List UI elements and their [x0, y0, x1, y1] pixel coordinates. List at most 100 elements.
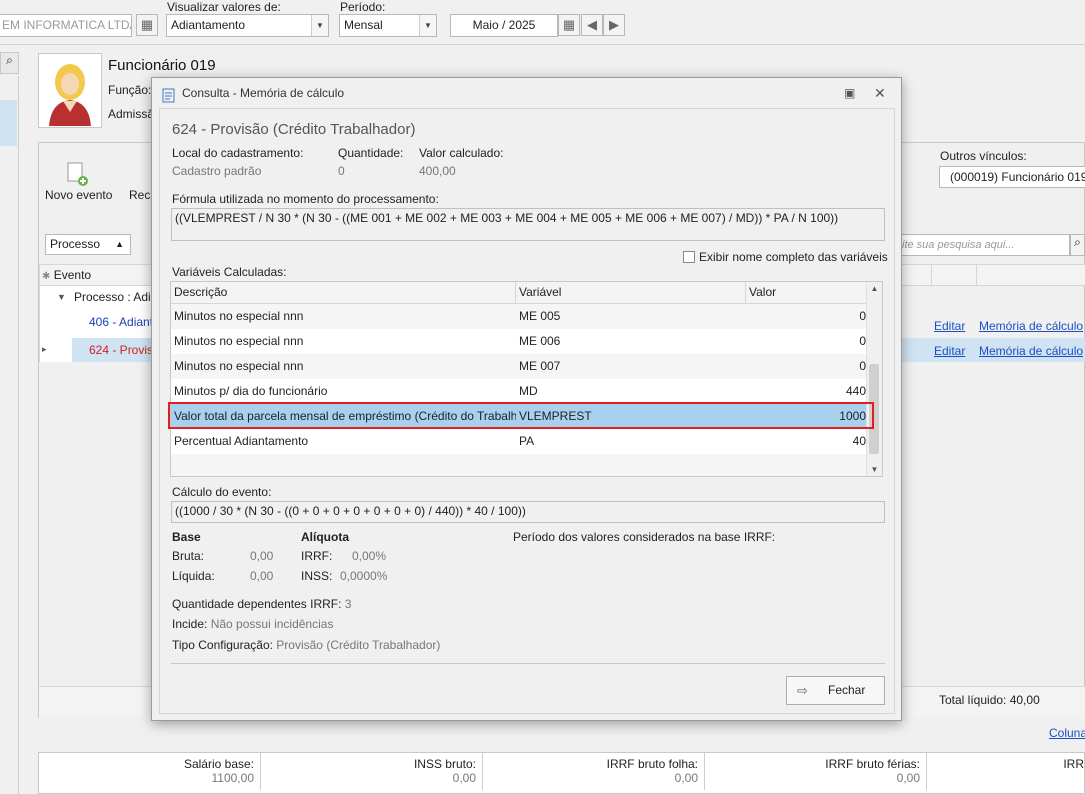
- grid-row-624[interactable]: 624 - Provis: [89, 343, 153, 357]
- fechar-label: Fechar: [828, 683, 866, 697]
- incide-label: Incide:: [172, 617, 208, 631]
- search-input[interactable]: ite sua pesquisa aqui...: [902, 234, 1070, 256]
- summary-cell: IRR: [927, 753, 1084, 790]
- formula-label: Fórmula utilizada no momento do processa…: [172, 192, 439, 206]
- memoria-calculo-dialog: Consulta - Memória de cálculo ▣ ✕ 624 - …: [151, 77, 902, 721]
- col-divider: [931, 265, 932, 285]
- scroll-down-icon[interactable]: ▼: [867, 465, 882, 474]
- table-row[interactable]: Minutos no especial nnn ME 005 0: [171, 304, 868, 329]
- summary-label: IRRF bruto férias:: [825, 757, 920, 771]
- calendar-icon[interactable]: ▦: [558, 14, 580, 36]
- dependentes-row: Quantidade dependentes IRRF: 3: [172, 597, 351, 611]
- cell-variavel: ME 006: [519, 334, 561, 348]
- table-header: Descrição Variável Valor: [171, 282, 868, 304]
- quantidade-label: Quantidade:: [338, 146, 404, 160]
- company-field[interactable]: EM INFORMATICA LTDA: [0, 14, 132, 37]
- header-variavel: Variável: [519, 285, 562, 299]
- table-row[interactable]: Minutos no especial nnn ME 006 0: [171, 329, 868, 354]
- sidebar-divider: [18, 76, 19, 794]
- fechar-button[interactable]: ⇨ Fechar: [786, 676, 885, 705]
- cell-variavel: ME 007: [519, 359, 561, 373]
- outros-vinculos-select[interactable]: (000019) Funcionário 019: [939, 166, 1085, 188]
- summary-cell: INSS bruto: 0,00: [261, 753, 483, 790]
- document-icon: [162, 85, 176, 103]
- grid-header: ✱ Evento: [39, 264, 154, 286]
- chevron-down-icon: ▼: [419, 15, 436, 36]
- grid-row-406[interactable]: 406 - Adiant: [89, 315, 153, 329]
- expand-icon[interactable]: ▼: [57, 292, 66, 302]
- irrf-label: IRRF:: [301, 549, 333, 563]
- visualizar-value: Adiantamento: [171, 18, 246, 32]
- group-row[interactable]: Processo : Adia: [74, 290, 157, 304]
- cell-valor: 440: [845, 384, 866, 398]
- divider: [0, 44, 1085, 45]
- cell-descricao: Minutos no especial nnn: [174, 334, 304, 348]
- editar-link-624[interactable]: Editar: [934, 344, 965, 358]
- periodo-select[interactable]: Mensal ▼: [339, 14, 437, 37]
- search-icon[interactable]: ⌕: [0, 52, 19, 74]
- grid-header-right: [902, 264, 1085, 286]
- table-row[interactable]: Minutos no especial nnn ME 007 0: [171, 354, 868, 379]
- summary-label: IRR: [1063, 757, 1084, 771]
- divider: [171, 663, 885, 664]
- memoria-link-406[interactable]: Memória de cálculo: [979, 319, 1083, 333]
- calendar-icon[interactable]: ▦: [136, 14, 158, 36]
- visualizar-select[interactable]: Adiantamento ▼: [166, 14, 329, 37]
- memoria-link-624[interactable]: Memória de cálculo: [979, 344, 1083, 358]
- admissao-label: Admissã: [108, 107, 155, 121]
- sidebar-selected-item[interactable]: [0, 100, 17, 146]
- table-row[interactable]: Minutos p/ dia do funcionário MD 440: [171, 379, 868, 404]
- scroll-up-icon[interactable]: ▲: [867, 284, 882, 293]
- arrow-right-icon[interactable]: ▶: [603, 14, 625, 36]
- exibir-checkbox[interactable]: [683, 251, 695, 263]
- cell-variavel: PA: [519, 434, 535, 448]
- dialog-content: 624 - Provisão (Crédito Trabalhador) Loc…: [159, 108, 895, 714]
- formula-field[interactable]: ((VLEMPREST / N 30 * (N 30 - ((ME 001 + …: [171, 208, 885, 241]
- close-icon[interactable]: ✕: [874, 78, 886, 108]
- cell-valor: 0: [859, 359, 866, 373]
- cell-descricao: Percentual Adiantamento: [174, 434, 309, 448]
- valor-calculado-value: 400,00: [419, 164, 456, 178]
- aliquota-label: Alíquota: [301, 530, 349, 544]
- table-row[interactable]: Percentual Adiantamento PA 40: [171, 429, 868, 454]
- base-label: Base: [172, 530, 201, 544]
- editar-link-406[interactable]: Editar: [934, 319, 965, 333]
- novo-evento-button[interactable]: Novo evento: [45, 188, 112, 202]
- search-icon[interactable]: ⌕: [1070, 234, 1085, 256]
- row-pointer-icon: ▸: [42, 344, 47, 354]
- tipo-value: Provisão (Crédito Trabalhador): [276, 638, 441, 652]
- dialog-titlebar: Consulta - Memória de cálculo ▣ ✕: [152, 78, 901, 108]
- arrow-left-icon[interactable]: ◀: [581, 14, 603, 36]
- table-scrollbar[interactable]: ▲ ▼: [866, 282, 882, 476]
- table-row-empty: [171, 454, 868, 476]
- summary-label: IRRF bruto folha:: [606, 757, 698, 771]
- summary-value: 0,00: [896, 771, 920, 785]
- col-divider: [745, 282, 746, 303]
- header-valor: Valor: [749, 285, 777, 299]
- col-evento: Evento: [53, 268, 92, 282]
- summary-cell: Salário base: 1100,00: [39, 753, 261, 790]
- employee-name: Funcionário 019: [108, 57, 216, 74]
- bruta-value: 0,00: [250, 549, 274, 563]
- dependentes-value: 3: [344, 597, 352, 611]
- dependentes-label: Quantidade dependentes IRRF:: [172, 597, 342, 611]
- local-label: Local do cadastramento:: [172, 146, 304, 160]
- summary-label: Salário base:: [183, 757, 254, 771]
- liquida-value: 0,00: [250, 569, 274, 583]
- cell-variavel: ME 005: [519, 309, 561, 323]
- bruta-label: Bruta:: [172, 549, 205, 563]
- exit-icon: ⇨: [797, 683, 808, 698]
- period-date-field[interactable]: Maio / 2025: [450, 14, 558, 37]
- summary-label: INSS bruto:: [413, 757, 476, 771]
- restore-icon[interactable]: ▣: [844, 78, 855, 108]
- quantidade-value: 0: [338, 164, 345, 178]
- periodo-irrf-label: Período dos valores considerados na base…: [513, 530, 776, 544]
- summary-value: 1100,00: [211, 771, 255, 785]
- colunas-link[interactable]: Coluna: [1049, 726, 1085, 740]
- total-liquido: Total líquido: 40,00: [939, 693, 1040, 707]
- dialog-title: Consulta - Memória de cálculo: [182, 86, 345, 100]
- tipo-row: Tipo Configuração: Provisão (Crédito Tra…: [172, 638, 440, 652]
- group-select[interactable]: Processo ▲: [45, 234, 131, 255]
- inss-value: 0,0000%: [340, 569, 388, 583]
- calculo-field[interactable]: ((1000 / 30 * (N 30 - ((0 + 0 + 0 + 0 + …: [171, 501, 885, 523]
